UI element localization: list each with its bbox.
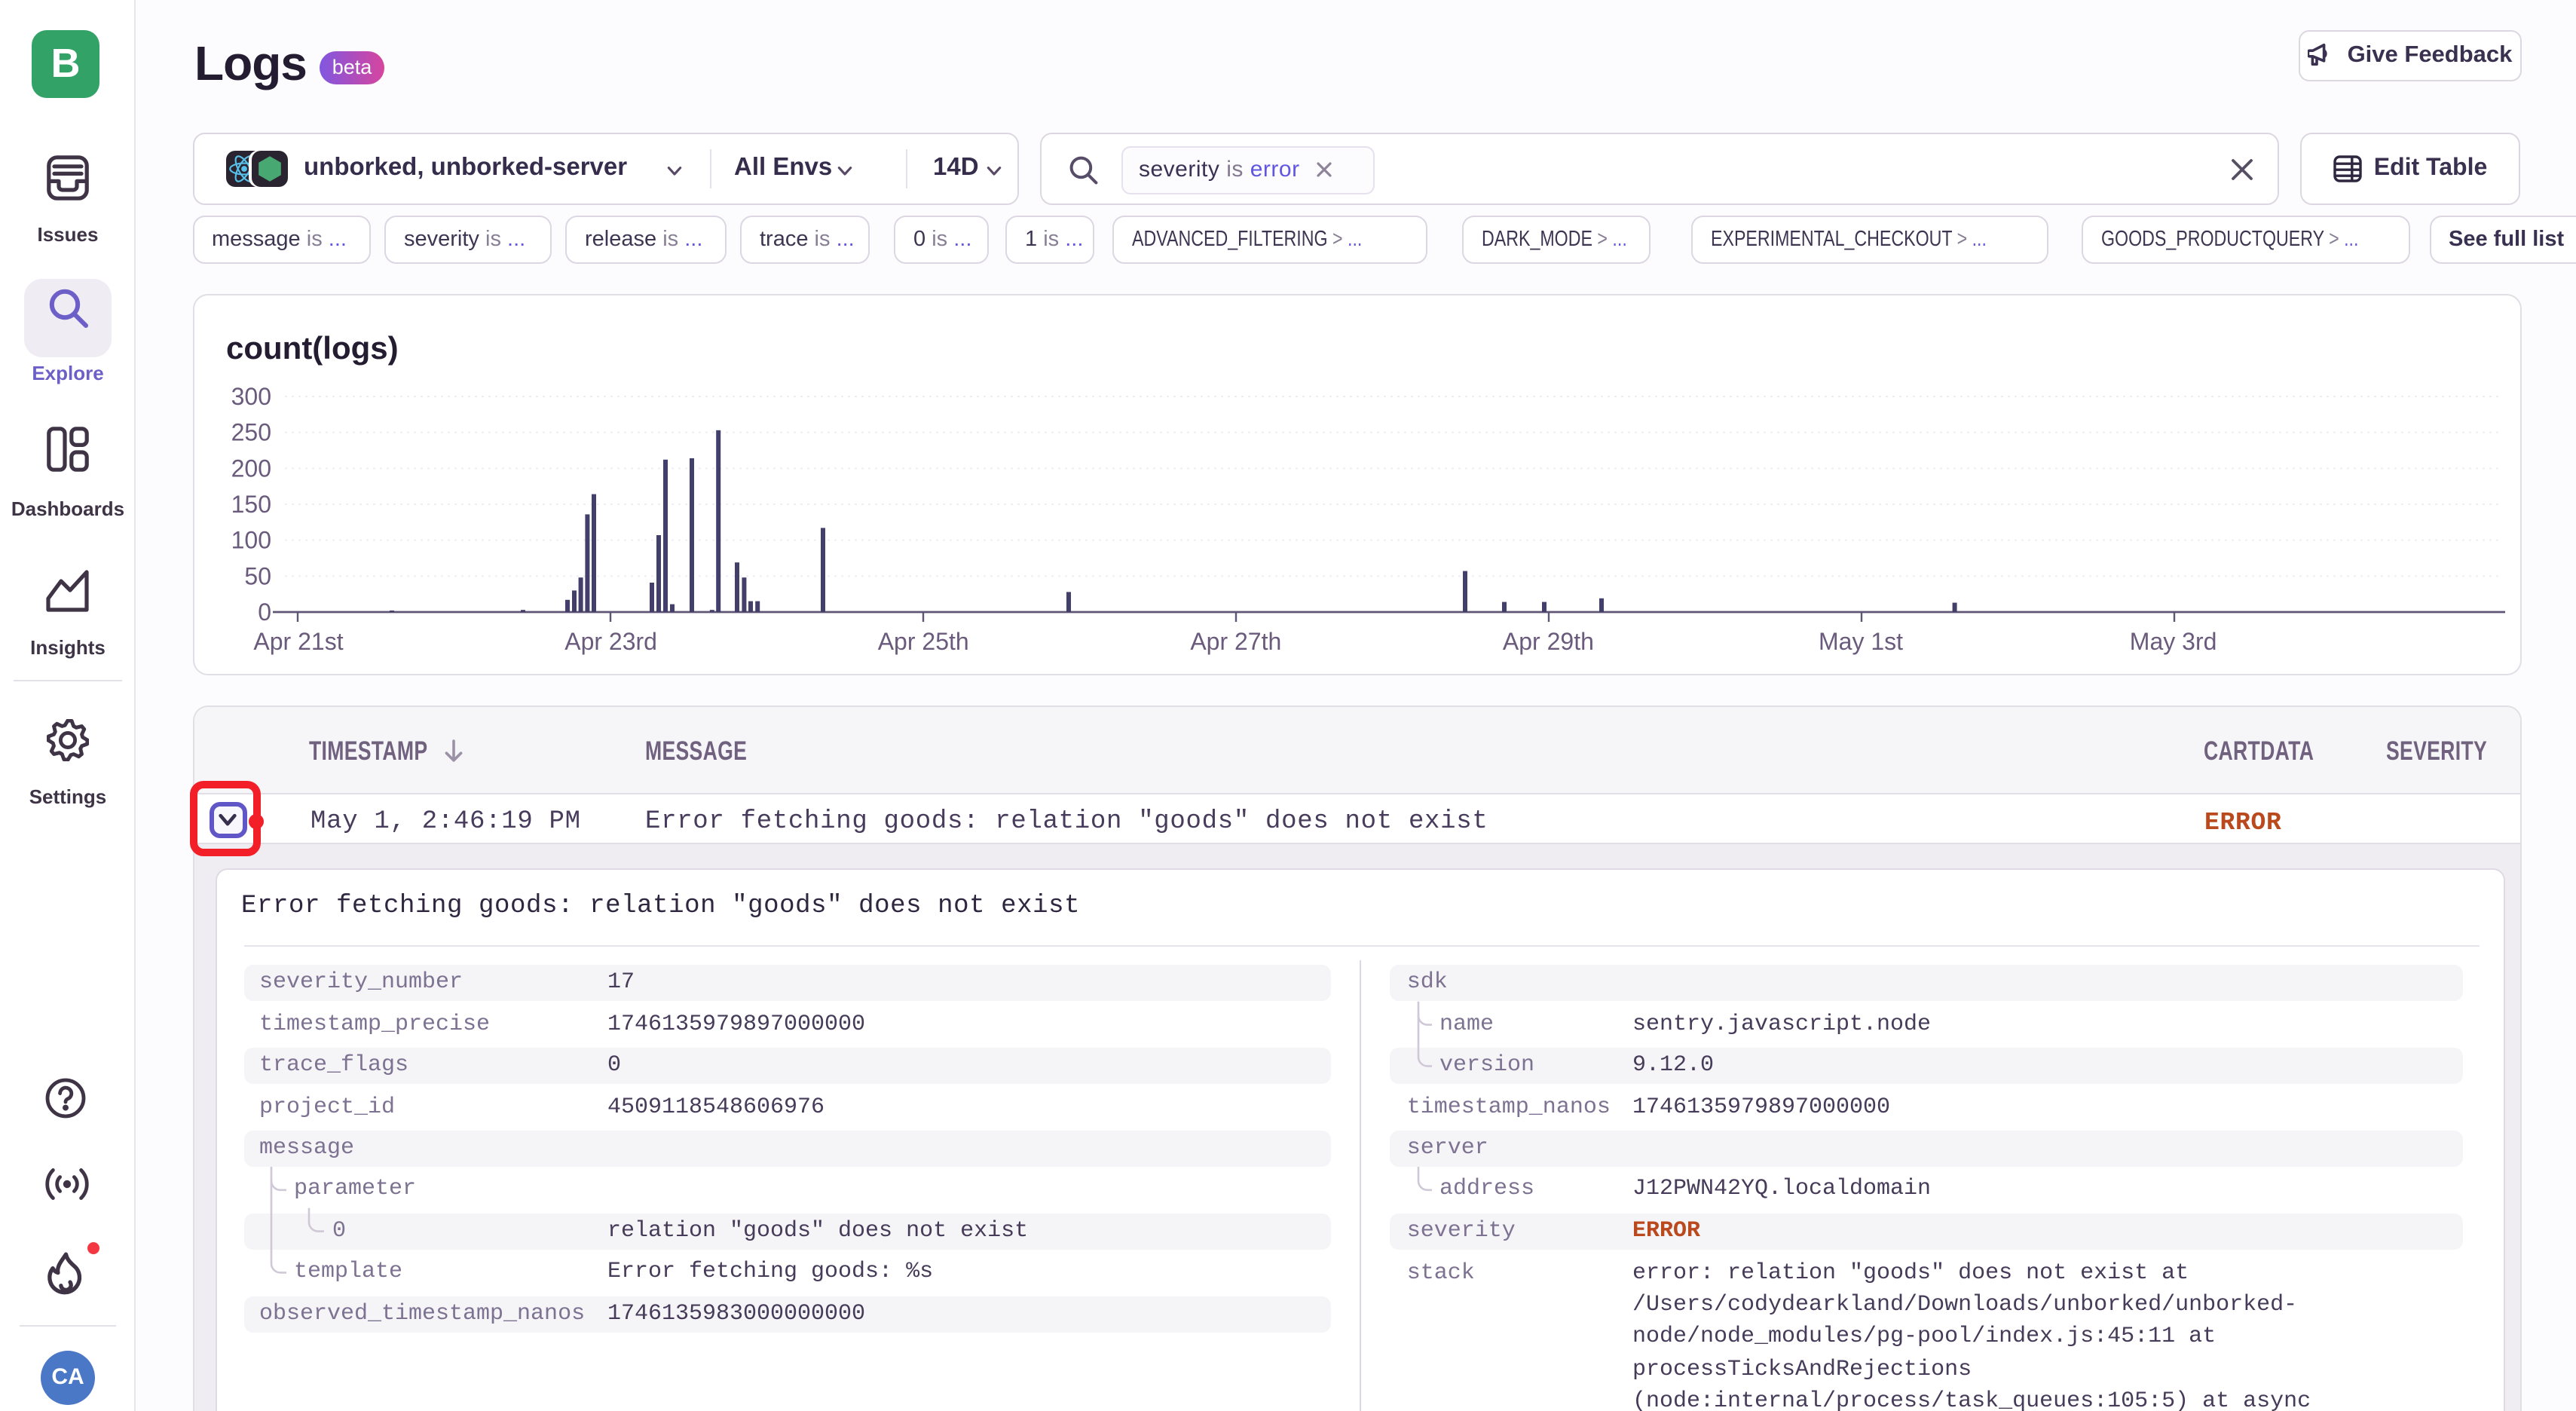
svg-text:50: 50 — [244, 562, 271, 589]
svg-text:Apr 21st: Apr 21st — [253, 628, 343, 655]
svg-text:200: 200 — [231, 455, 271, 482]
svg-text:150: 150 — [231, 491, 271, 518]
svg-text:250: 250 — [231, 419, 271, 446]
svg-text:Apr 29th: Apr 29th — [1503, 628, 1594, 655]
svg-text:Apr 25th: Apr 25th — [878, 628, 969, 655]
svg-text:Apr 27th: Apr 27th — [1190, 628, 1281, 655]
svg-text:100: 100 — [231, 527, 271, 554]
svg-text:May 3rd: May 3rd — [2130, 628, 2217, 655]
svg-text:300: 300 — [231, 383, 271, 410]
svg-text:May 1st: May 1st — [1819, 628, 1903, 655]
svg-text:0: 0 — [258, 598, 271, 626]
svg-text:Apr 23rd: Apr 23rd — [564, 628, 657, 655]
